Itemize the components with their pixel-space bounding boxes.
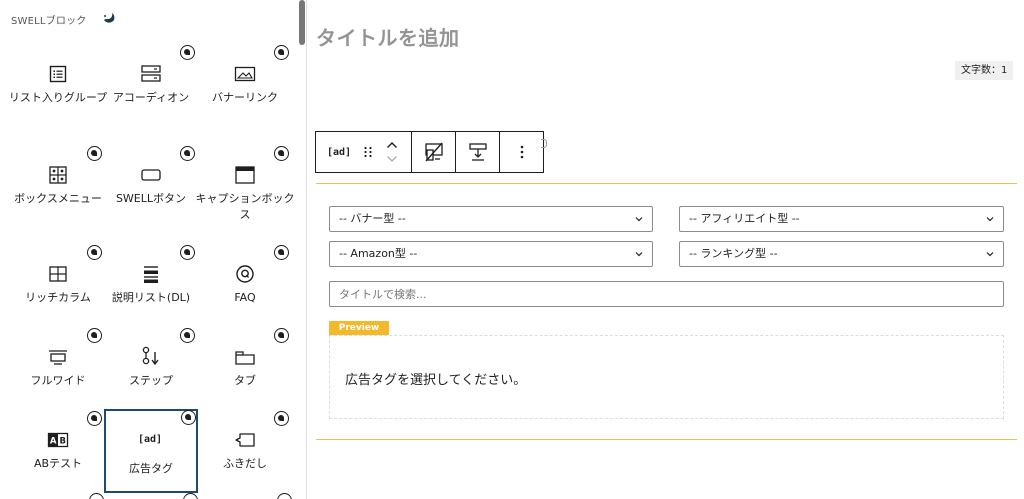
block-label: ABテスト (33, 457, 83, 470)
block-toolbar: [ad] (315, 131, 544, 173)
block-label: リッチカラム (25, 291, 91, 304)
swell-badge-icon (87, 245, 102, 260)
mobile-desktop-icon (424, 142, 443, 162)
swell-badge-icon (274, 146, 289, 161)
swell-logo-icon (103, 13, 114, 23)
more-options-button[interactable] (500, 132, 543, 172)
block-label: 説明リスト(DL) (111, 291, 191, 304)
block-accordion[interactable]: アコーディオン (105, 45, 197, 138)
block-label: リスト入りグループ (8, 91, 108, 104)
banner-type-select[interactable]: -- バナー型 -- (329, 206, 653, 232)
preview-message: 広告タグを選択してください。 (345, 373, 527, 388)
swell-badge-icon (181, 410, 196, 425)
block-faq[interactable]: FAQ (199, 245, 291, 338)
block-dl-list[interactable]: 説明リスト(DL) (105, 245, 197, 338)
ad-tag-icon: [ad] (137, 433, 163, 445)
full-wide-icon (44, 345, 72, 369)
block-box-menu[interactable]: ボックスメニュー (12, 146, 104, 239)
panel-title: SWELLブロック (11, 15, 87, 27)
block-bottom-border (316, 439, 1017, 440)
block-label: ふきだし (223, 457, 267, 470)
block-label: キャプションボックス (195, 192, 295, 221)
block-label: FAQ (234, 291, 256, 304)
tab-icon (231, 345, 259, 369)
ab-test-icon: AB (44, 428, 72, 452)
amazon-type-select[interactable]: -- Amazon型 -- (329, 241, 653, 267)
block-label: フルワイド (30, 374, 86, 387)
swell-badge-icon (87, 411, 102, 426)
block-inserter-panel: SWELLブロック リスト入りグループ アコーディオン バナーリンク ボックスメ… (0, 0, 307, 499)
svg-text:B: B (60, 437, 66, 447)
drag-handle-icon[interactable] (363, 145, 373, 159)
swell-badge-icon (274, 245, 289, 260)
dl-list-icon (137, 262, 165, 286)
ad-block-label: [ad] (327, 146, 352, 158)
swell-badge-icon (180, 245, 195, 260)
partial-icon (541, 139, 547, 148)
block-speech-bubble[interactable]: ふきだし (199, 411, 291, 499)
accordion-icon (137, 62, 165, 86)
faq-icon (231, 262, 259, 286)
svg-text:A: A (50, 437, 57, 447)
list-icon (44, 62, 72, 86)
affiliate-type-select[interactable]: -- アフィリエイト型 -- (679, 206, 1004, 232)
swell-badge-icon (274, 411, 289, 426)
block-swell-button[interactable]: SWELLボタン (105, 146, 197, 239)
block-tab[interactable]: タブ (199, 328, 291, 421)
box-menu-icon (44, 163, 72, 187)
swell-badge-icon (180, 45, 195, 60)
swell-badge-icon (183, 493, 198, 499)
title-search-input[interactable] (329, 281, 1004, 307)
block-ad-tag[interactable]: [ad] 広告タグ (104, 409, 198, 493)
ranking-type-select[interactable]: -- ランキング型 -- (679, 241, 1004, 267)
swell-badge-icon (180, 146, 195, 161)
swell-badge-icon (180, 328, 195, 343)
banner-image-icon (231, 62, 259, 86)
step-icon (137, 345, 165, 369)
char-count: 文字数：1 (955, 61, 1014, 80)
block-top-border (316, 183, 1017, 184)
block-label: バナーリンク (212, 91, 278, 104)
panel-header: SWELLブロック (11, 10, 117, 28)
chevron-down-icon (986, 252, 994, 257)
spacing-icon (468, 143, 487, 161)
chevron-down-icon (635, 252, 643, 257)
chevron-down-icon[interactable] (386, 155, 398, 163)
block-label: ボックスメニュー (14, 192, 102, 205)
preview-area: 広告タグを選択してください。 (329, 335, 1004, 419)
caption-box-icon (231, 163, 259, 187)
block-list-group[interactable]: リスト入りグループ (9, 54, 107, 138)
panel-scrollbar[interactable] (299, 0, 305, 45)
more-options-icon (520, 145, 523, 159)
post-title-placeholder[interactable]: タイトルを追加 (316, 22, 460, 51)
swell-badge-icon (87, 146, 102, 161)
block-ab-test[interactable]: AB ABテスト (12, 411, 104, 499)
swell-badge-icon (274, 45, 289, 60)
swell-badge-icon (274, 328, 289, 343)
speech-bubble-icon (231, 428, 259, 452)
swell-badge-icon (87, 328, 102, 343)
button-icon (137, 163, 165, 187)
chevron-up-icon[interactable] (386, 141, 398, 149)
block-label: 広告タグ (129, 462, 173, 475)
preview-label: Preview (329, 321, 389, 335)
block-full-wide[interactable]: フルワイド (12, 328, 104, 421)
device-visibility-button[interactable] (412, 132, 456, 172)
block-banner-link[interactable]: バナーリンク (199, 45, 291, 138)
block-caption-box[interactable]: キャプションボックス (196, 146, 295, 239)
chevron-down-icon (635, 217, 643, 222)
spacing-button[interactable] (456, 132, 500, 172)
block-switcher[interactable]: [ad] (316, 132, 412, 172)
block-label: SWELLボタン (115, 192, 187, 205)
block-label: ステップ (129, 374, 173, 387)
block-label: タブ (234, 374, 256, 387)
block-rich-column[interactable]: リッチカラム (12, 245, 104, 338)
columns-icon (44, 262, 72, 286)
block-label: アコーディオン (112, 91, 190, 104)
chevron-down-icon (986, 217, 994, 222)
